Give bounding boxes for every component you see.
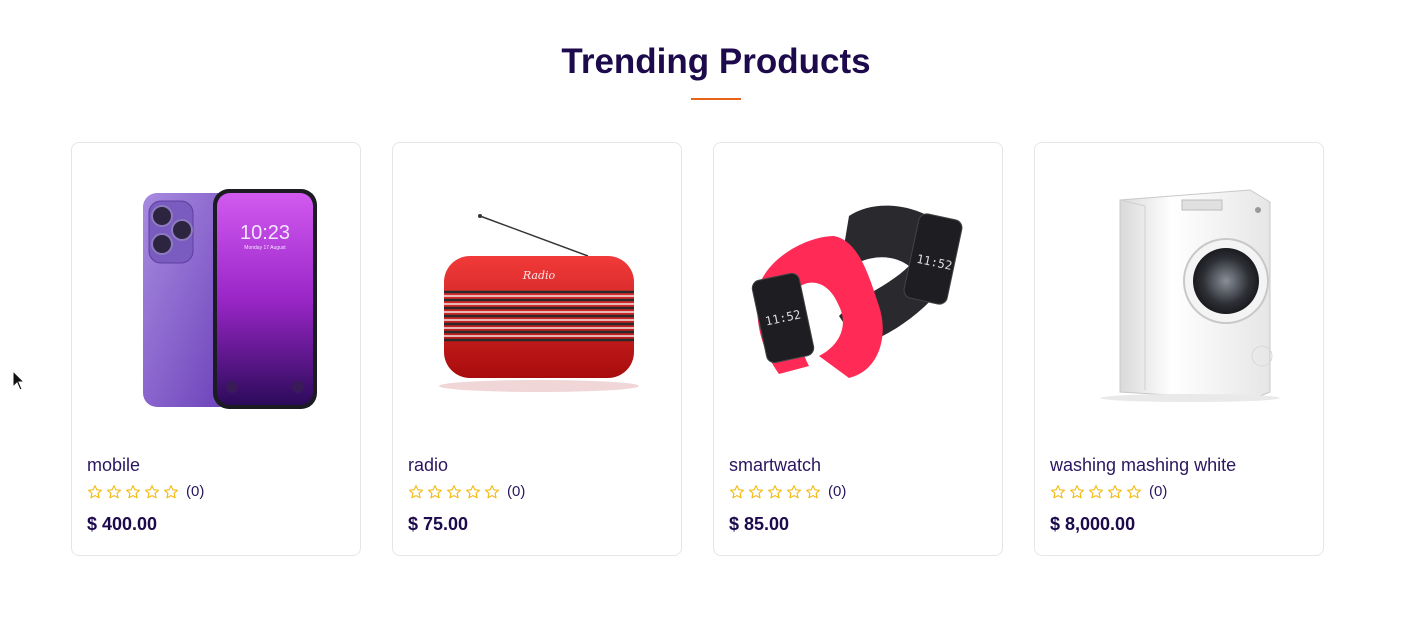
- star-outline-icon: [1069, 484, 1085, 500]
- review-count: (0): [828, 483, 847, 500]
- product-name[interactable]: mobile: [87, 454, 140, 476]
- star-outline-icon: [767, 484, 783, 500]
- title-underline: [691, 98, 741, 100]
- product-grid: 10:23 Monday 17 August mobile (0) $ 400.…: [71, 142, 1324, 556]
- section-title: Trending Products: [561, 42, 871, 81]
- star-outline-icon: [748, 484, 764, 500]
- star-outline-icon: [87, 484, 103, 500]
- product-rating: (0): [87, 483, 204, 500]
- star-outline-icon: [786, 484, 802, 500]
- star-outline-icon: [106, 484, 122, 500]
- star-outline-icon: [805, 484, 821, 500]
- review-count: (0): [186, 483, 205, 500]
- product-price: $ 400.00: [87, 514, 158, 534]
- star-outline-icon: [1126, 484, 1142, 500]
- product-name[interactable]: smartwatch: [729, 454, 821, 476]
- radio-image[interactable]: Radio: [408, 171, 668, 421]
- product-name[interactable]: washing mashing white: [1050, 454, 1236, 476]
- star-outline-icon: [144, 484, 160, 500]
- review-count: (0): [1149, 483, 1168, 500]
- washing-machine-image[interactable]: [1050, 171, 1310, 421]
- star-outline-icon: [408, 484, 424, 500]
- product-name[interactable]: radio: [408, 454, 448, 476]
- product-card-radio[interactable]: Radio radio (0) $ 75.00: [392, 142, 682, 556]
- star-outline-icon: [1088, 484, 1104, 500]
- star-outline-icon: [465, 484, 481, 500]
- product-price: $ 85.00: [729, 514, 790, 534]
- smartphone-image[interactable]: 10:23 Monday 17 August: [87, 171, 347, 421]
- star-outline-icon: [729, 484, 745, 500]
- svg-text:Monday 17 August: Monday 17 August: [244, 245, 286, 251]
- product-card-smartwatch[interactable]: 11:52 11:52 smartwatch (0) $ 85.00: [713, 142, 1003, 556]
- star-outline-icon: [484, 484, 500, 500]
- svg-text:10:23: 10:23: [240, 222, 290, 244]
- product-card-washing-machine[interactable]: washing mashing white (0) $ 8,000.00: [1034, 142, 1324, 556]
- star-outline-icon: [125, 484, 141, 500]
- smartwatch-image[interactable]: 11:52 11:52: [729, 171, 989, 421]
- svg-text:Radio: Radio: [522, 269, 556, 282]
- star-outline-icon: [446, 484, 462, 500]
- star-outline-icon: [427, 484, 443, 500]
- mouse-cursor-icon: [12, 369, 26, 397]
- review-count: (0): [507, 483, 526, 500]
- star-outline-icon: [1107, 484, 1123, 500]
- product-rating: (0): [408, 483, 525, 500]
- product-price: $ 8,000.00: [1050, 514, 1136, 534]
- star-outline-icon: [1050, 484, 1066, 500]
- trending-products-section: Trending Products 10:23 Monday 17 August…: [0, 0, 1412, 618]
- product-rating: (0): [1050, 483, 1167, 500]
- product-price: $ 75.00: [408, 514, 469, 534]
- product-card-mobile[interactable]: 10:23 Monday 17 August mobile (0) $ 400.…: [71, 142, 361, 556]
- star-outline-icon: [163, 484, 179, 500]
- product-rating: (0): [729, 483, 846, 500]
